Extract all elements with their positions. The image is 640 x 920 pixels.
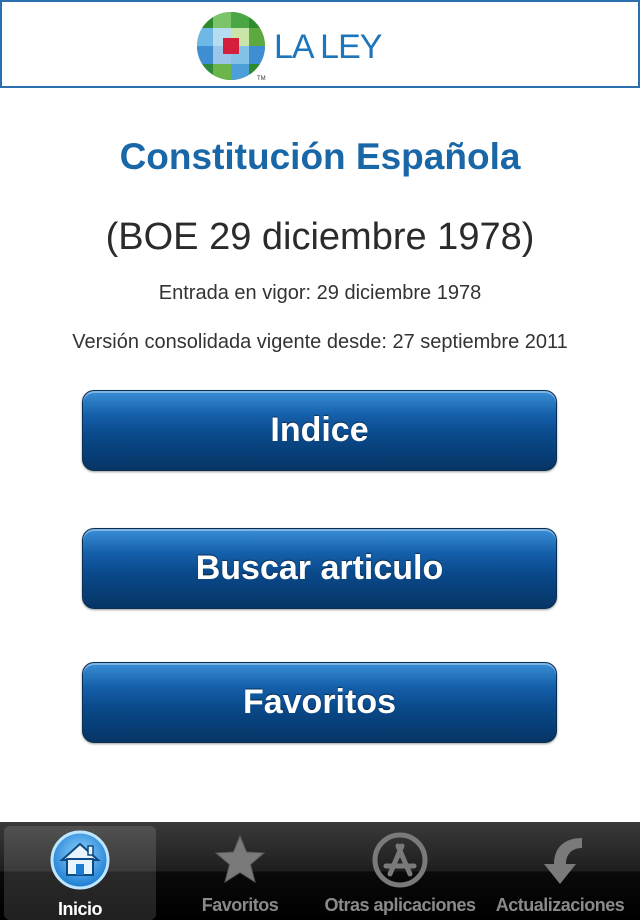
update-arrow-icon (544, 838, 582, 884)
buscar-articulo-button[interactable]: Buscar articulo (82, 528, 557, 609)
tab-bar: Inicio Favoritos Otras aplicaciones Actu… (0, 822, 640, 920)
star-icon (214, 834, 266, 884)
tab-otras-aplicaciones[interactable]: Otras aplicaciones (320, 822, 480, 920)
brand-name: LA LEY (274, 28, 382, 66)
tab-label-inicio: Inicio (57, 899, 103, 919)
version-consolidada: Versión consolidada vigente desde: 27 se… (72, 331, 568, 353)
entrada-en-vigor: Entrada en vigor: 29 diciembre 1978 (158, 282, 482, 304)
app-header: TM LA LEY (0, 0, 640, 88)
tab-inicio[interactable]: Inicio (4, 826, 156, 920)
la-ley-logo-icon: TM (197, 12, 266, 82)
app-store-icon (372, 832, 428, 888)
tab-label-otras-aplicaciones: Otras aplicaciones (324, 895, 476, 915)
page-subtitle: (BOE 29 diciembre 1978) (105, 216, 535, 258)
tab-favoritos[interactable]: Favoritos (160, 822, 320, 920)
page-title: Constitución Española (119, 136, 521, 177)
favoritos-button[interactable]: Favoritos (82, 662, 557, 743)
svg-text:TM: TM (257, 76, 266, 82)
tab-actualizaciones[interactable]: Actualizaciones (480, 822, 640, 920)
tab-label-actualizaciones: Actualizaciones (495, 895, 625, 915)
tab-label-favoritos: Favoritos (201, 895, 279, 915)
home-icon (50, 830, 110, 890)
indice-button[interactable]: Indice (82, 390, 557, 471)
